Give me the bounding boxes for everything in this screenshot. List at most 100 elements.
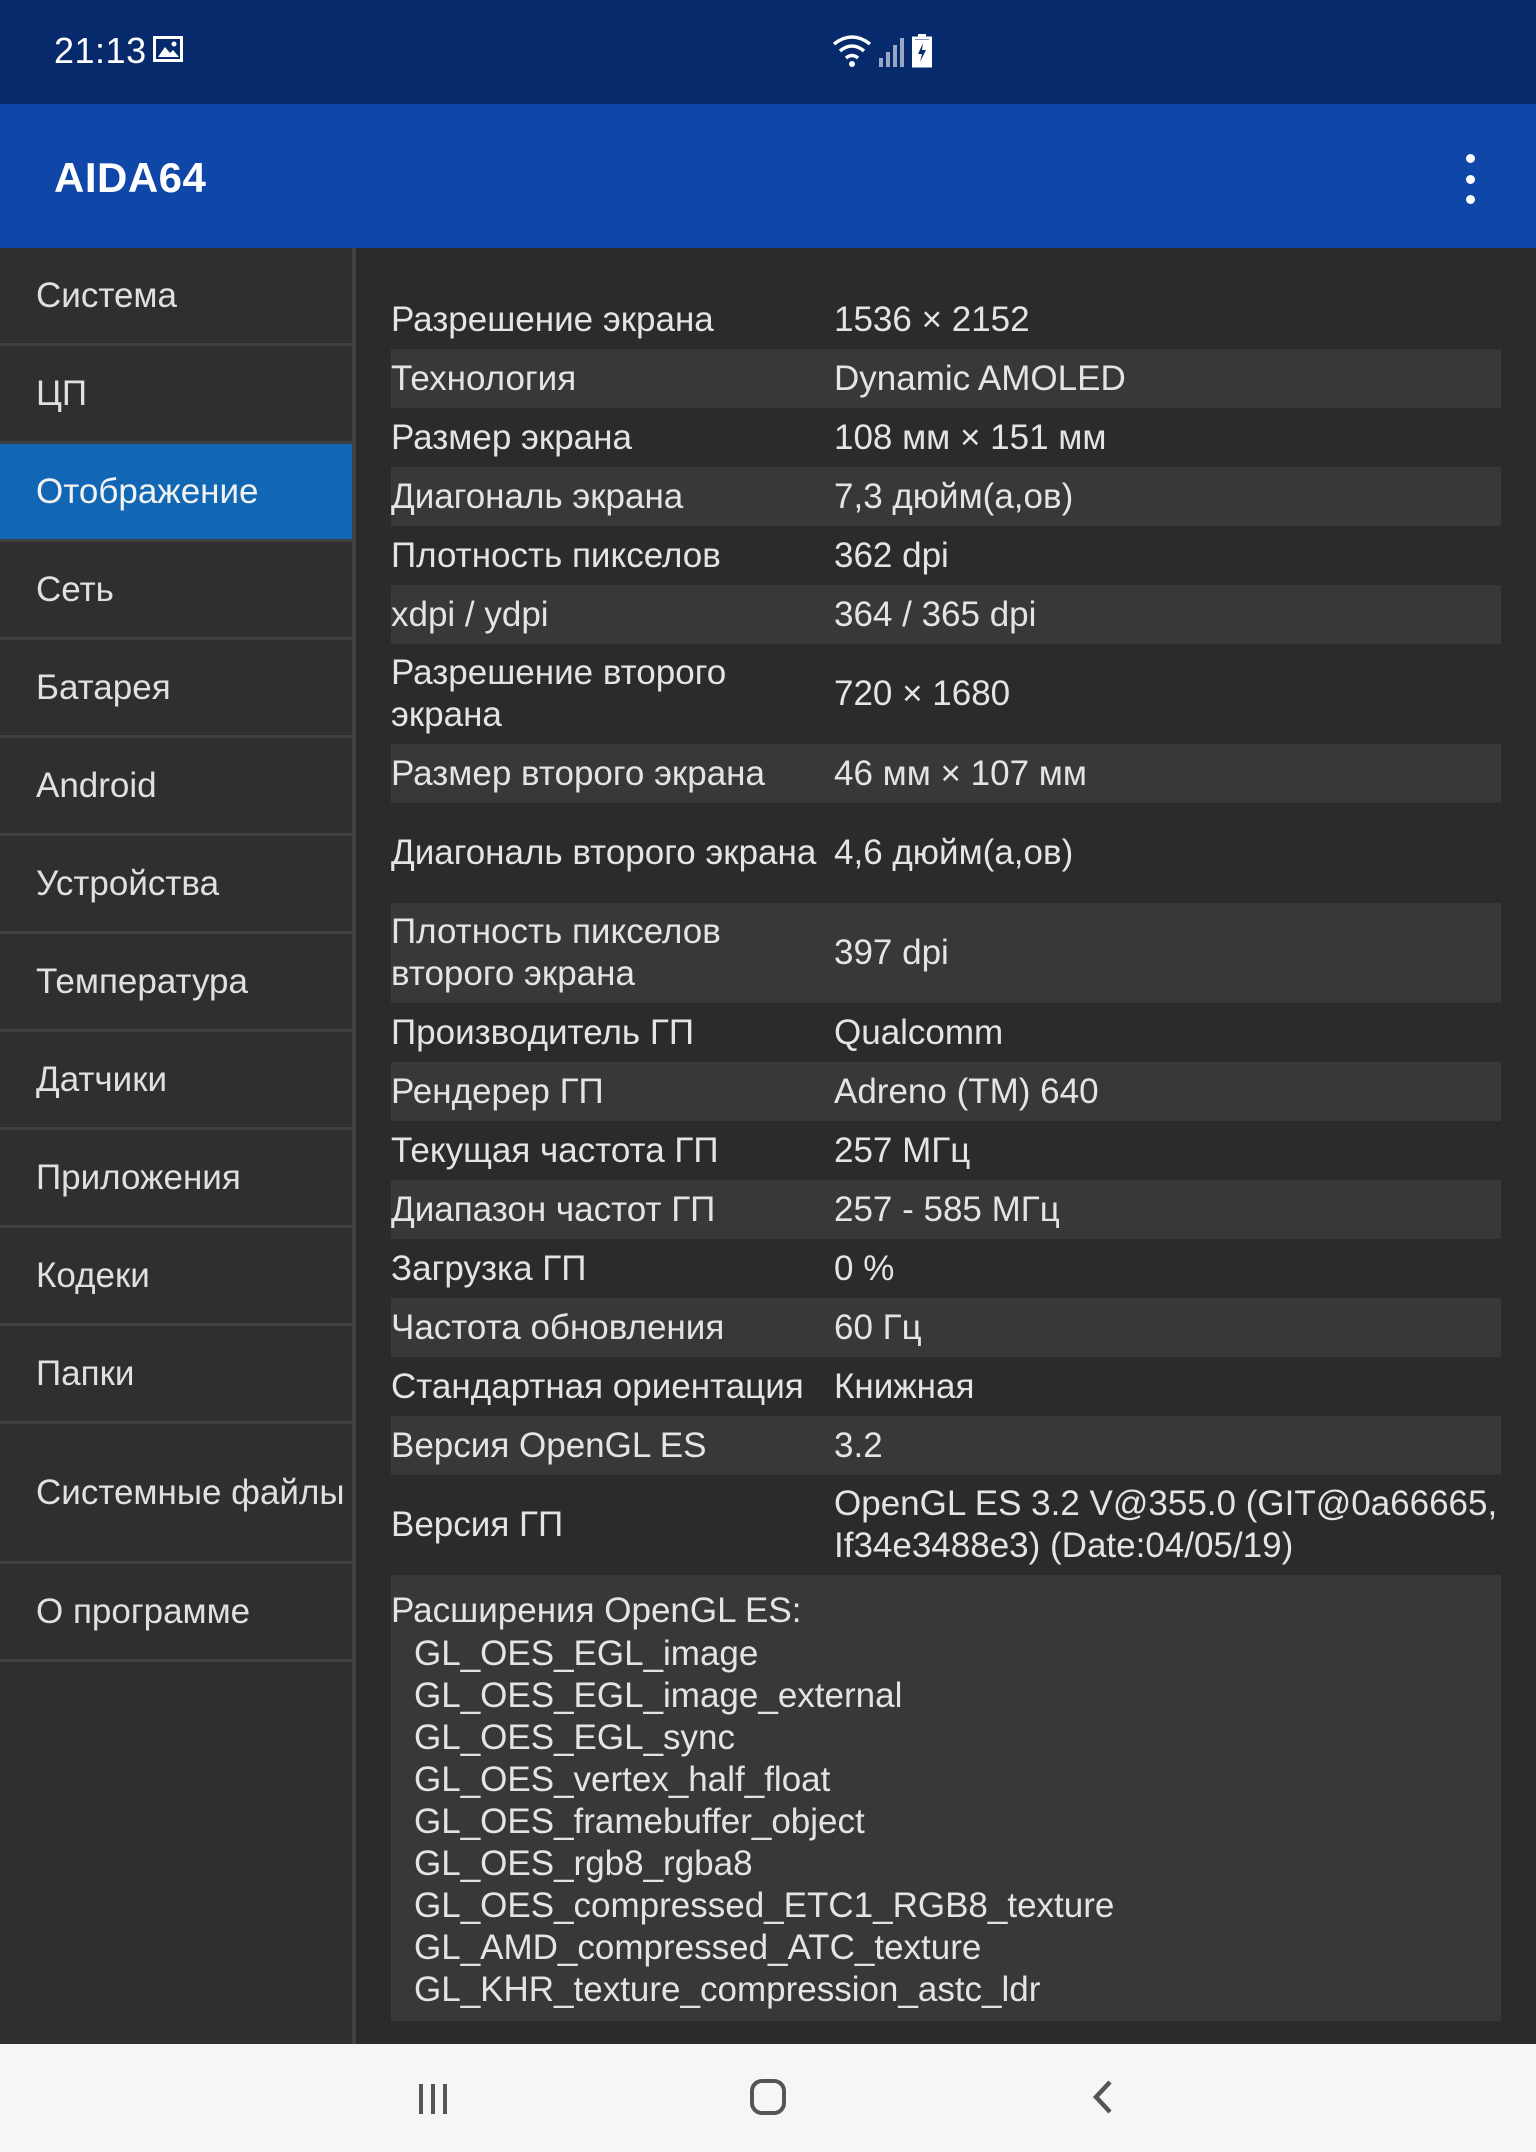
- row-value: Книжная: [834, 1366, 975, 1406]
- table-row: Разрешение второго экрана 720 × 1680: [391, 644, 1501, 744]
- extensions-title: Расширения OpenGL ES:: [391, 1591, 802, 1630]
- more-vert-icon[interactable]: [1450, 154, 1490, 204]
- row-value: 257 - 585 МГц: [834, 1189, 1060, 1229]
- list-item: GL_OES_framebuffer_object: [414, 1802, 865, 1841]
- sidebar-item-codecs[interactable]: Кодеки: [0, 1228, 352, 1326]
- wifi-icon: [832, 34, 872, 73]
- sidebar-item-display[interactable]: Отображение: [0, 444, 352, 542]
- signal-icon: [878, 36, 906, 73]
- image-icon: [153, 36, 183, 67]
- battery-charging-icon: [912, 34, 932, 73]
- sidebar-item-sensors[interactable]: Датчики: [0, 1032, 352, 1130]
- list-item: GL_AMD_compressed_ATC_texture: [414, 1928, 982, 1967]
- table-row: Частота обновления 60 Гц: [391, 1298, 1501, 1357]
- details-panel: Разрешение экрана 1536 × 2152 Технология…: [391, 290, 1501, 2021]
- row-key: xdpi / ydpi: [391, 594, 549, 634]
- table-row: Производитель ГП Qualcomm: [391, 1003, 1501, 1062]
- row-key: Технология: [391, 358, 577, 398]
- row-key: Рендерер ГП: [391, 1071, 604, 1111]
- row-key: Размер второго экрана: [391, 753, 765, 793]
- system-icons: [832, 34, 932, 73]
- row-value: 0 %: [834, 1248, 895, 1288]
- table-row: Рендерер ГП Adreno (TM) 640: [391, 1062, 1501, 1121]
- row-key: Плотность пикселов второго экрана: [391, 912, 721, 993]
- sidebar-item-system-files[interactable]: Системные файлы: [0, 1424, 352, 1564]
- row-value: 60 Гц: [834, 1307, 922, 1347]
- row-value: Adreno (TM) 640: [834, 1071, 1099, 1111]
- extensions-list: GL_OES_EGL_image GL_OES_EGL_image_extern…: [391, 1633, 1501, 2011]
- table-row: Разрешение экрана 1536 × 2152: [391, 290, 1501, 349]
- list-item: GL_KHR_texture_compression_astc_ldr: [414, 1970, 1041, 2009]
- table-row: Размер второго экрана 46 мм × 107 мм: [391, 744, 1501, 803]
- row-value: Dynamic AMOLED: [834, 358, 1126, 398]
- row-value: 720 × 1680: [834, 674, 1011, 713]
- recent-apps-icon[interactable]: [403, 2068, 463, 2128]
- row-value: 4,6 дюйм(а,ов): [834, 833, 1074, 872]
- row-key: Разрешение второго экрана: [391, 653, 727, 734]
- list-item: GL_OES_EGL_image: [414, 1634, 759, 1673]
- table-row: Диапазон частот ГП 257 - 585 МГц: [391, 1180, 1501, 1239]
- row-value: 397 dpi: [834, 933, 949, 972]
- table-row: Версия ГП OpenGL ES 3.2 V@355.0 (GIT@0a6…: [391, 1475, 1501, 1575]
- row-value: 46 мм × 107 мм: [834, 753, 1087, 793]
- row-key: Версия ГП: [391, 1505, 564, 1544]
- app-title: AIDA64: [54, 154, 207, 201]
- sidebar-divider: [352, 248, 356, 2044]
- row-value: 257 МГц: [834, 1130, 971, 1170]
- table-row: Диагональ экрана 7,3 дюйм(а,ов): [391, 467, 1501, 526]
- table-row: Технология Dynamic AMOLED: [391, 349, 1501, 408]
- status-bar: 21:13: [0, 0, 1536, 104]
- sidebar-item-folders[interactable]: Папки: [0, 1326, 352, 1424]
- row-value: 3.2: [834, 1425, 883, 1465]
- row-key: Частота обновления: [391, 1307, 725, 1347]
- row-key: Диапазон частот ГП: [391, 1189, 716, 1229]
- sidebar-item-temperature[interactable]: Температура: [0, 934, 352, 1032]
- table-row: Текущая частота ГП 257 МГц: [391, 1121, 1501, 1180]
- list-item: GL_OES_EGL_image_external: [414, 1676, 903, 1715]
- sidebar-item-apps[interactable]: Приложения: [0, 1130, 352, 1228]
- list-item: GL_OES_vertex_half_float: [414, 1760, 831, 1799]
- row-value: 7,3 дюйм(а,ов): [834, 476, 1074, 516]
- row-value: OpenGL ES 3.2 V@355.0 (GIT@0a66665, If34…: [834, 1484, 1498, 1565]
- table-row: xdpi / ydpi 364 / 365 dpi: [391, 585, 1501, 644]
- list-item: GL_OES_rgb8_rgba8: [414, 1844, 753, 1883]
- status-time: 21:13: [54, 30, 147, 71]
- table-row: Размер экрана 108 мм × 151 мм: [391, 408, 1501, 467]
- list-item: GL_OES_EGL_sync: [414, 1718, 735, 1757]
- table-row: Плотность пикселов второго экрана 397 dp…: [391, 903, 1501, 1003]
- table-row: Версия OpenGL ES 3.2: [391, 1416, 1501, 1475]
- sidebar-item-network[interactable]: Сеть: [0, 542, 352, 640]
- row-key: Текущая частота ГП: [391, 1130, 719, 1170]
- row-value: 364 / 365 dpi: [834, 594, 1037, 634]
- row-key: Диагональ экрана: [391, 476, 684, 516]
- sidebar-item-android[interactable]: Android: [0, 738, 352, 836]
- row-value: 1536 × 2152: [834, 299, 1030, 339]
- row-key: Разрешение экрана: [391, 299, 714, 339]
- app-bar: AIDA64: [0, 104, 1536, 248]
- row-key: Размер экрана: [391, 417, 632, 457]
- row-value: 108 мм × 151 мм: [834, 417, 1107, 457]
- list-item: GL_OES_compressed_ETC1_RGB8_texture: [414, 1886, 1115, 1925]
- row-key: Плотность пикселов: [391, 535, 721, 575]
- row-key: Стандартная ориентация: [391, 1366, 804, 1406]
- row-value: 362 dpi: [834, 535, 949, 575]
- row-key: Версия OpenGL ES: [391, 1425, 707, 1465]
- sidebar-item-devices[interactable]: Устройства: [0, 836, 352, 934]
- sidebar-item-battery[interactable]: Батарея: [0, 640, 352, 738]
- back-icon[interactable]: [1074, 2068, 1134, 2128]
- sidebar-item-cpu[interactable]: ЦП: [0, 346, 352, 444]
- home-icon[interactable]: [738, 2068, 798, 2128]
- sidebar-item-system[interactable]: Система: [0, 248, 352, 346]
- sidebar-item-about[interactable]: О программе: [0, 1564, 352, 1662]
- opengl-extensions: Расширения OpenGL ES: GL_OES_EGL_image G…: [391, 1575, 1501, 2021]
- table-row: Загрузка ГП 0 %: [391, 1239, 1501, 1298]
- sidebar: Система ЦП Отображение Сеть Батарея Andr…: [0, 248, 352, 2044]
- table-row: Диагональ второго экрана 4,6 дюйм(а,ов): [391, 803, 1501, 903]
- table-row: Стандартная ориентация Книжная: [391, 1357, 1501, 1416]
- navigation-bar: [0, 2044, 1536, 2152]
- table-row: Плотность пикселов 362 dpi: [391, 526, 1501, 585]
- row-key: Диагональ второго экрана: [391, 833, 817, 872]
- row-value: Qualcomm: [834, 1012, 1004, 1052]
- row-key: Производитель ГП: [391, 1012, 694, 1052]
- row-key: Загрузка ГП: [391, 1248, 587, 1288]
